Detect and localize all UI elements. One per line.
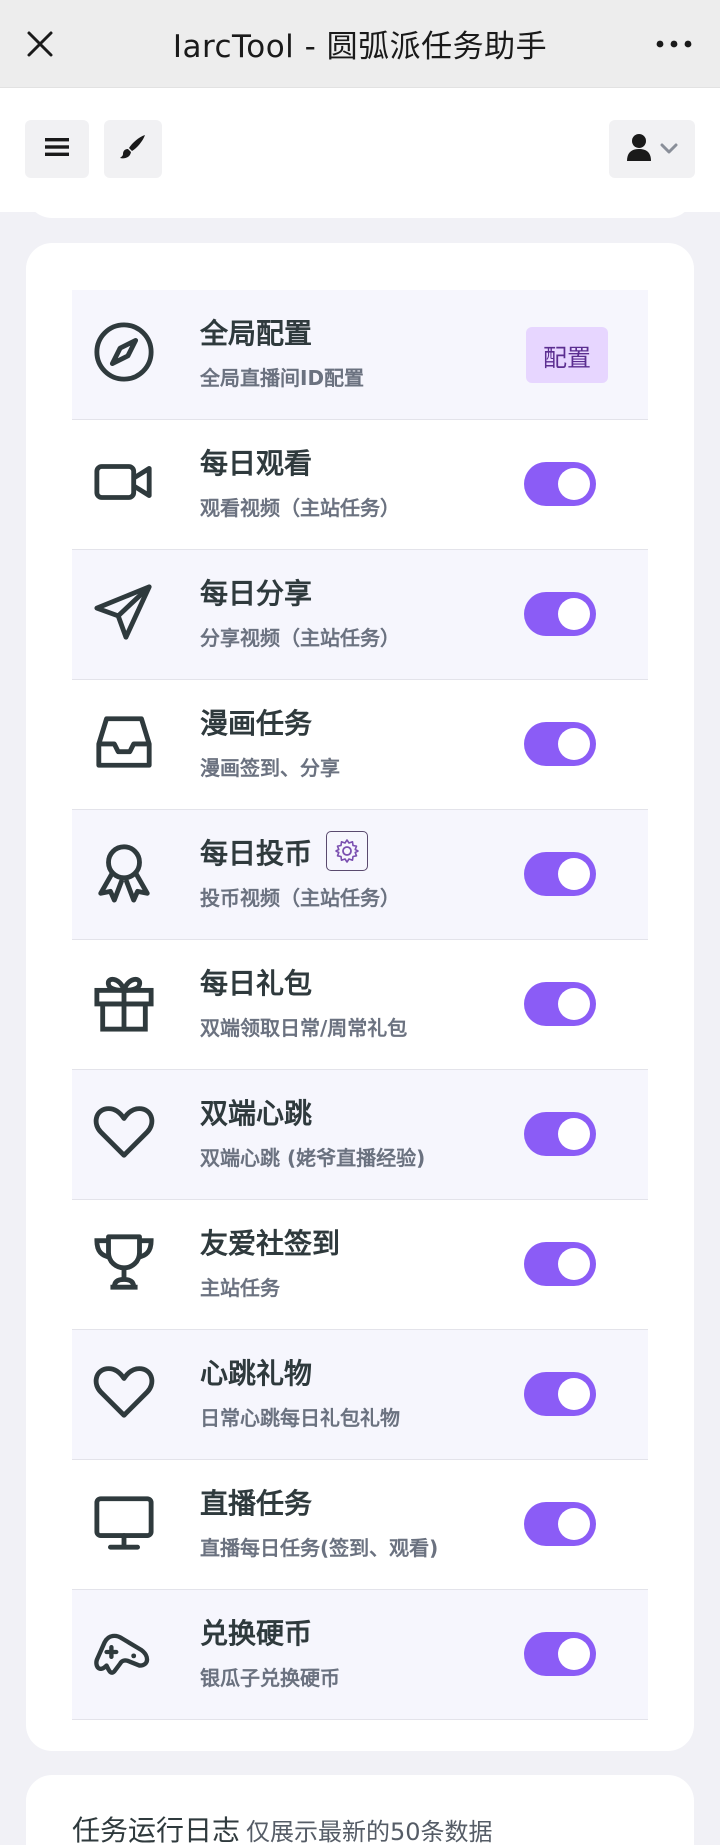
toggle-knob	[558, 1118, 590, 1150]
task-name: 每日礼包	[200, 967, 313, 1000]
close-icon[interactable]	[18, 22, 62, 66]
inbox-icon	[92, 710, 156, 774]
task-row-club-checkin: 友爱社签到 主站任务	[72, 1200, 648, 1330]
task-row-comic: 漫画任务 漫画签到、分享	[72, 680, 648, 810]
task-row-daily-watch: 每日观看 观看视频（主站任务）	[72, 420, 648, 550]
task-description: 银瓜子兑换硬币	[200, 1666, 340, 1690]
heart-icon	[92, 1360, 156, 1424]
task-description: 双端领取日常/周常礼包	[200, 1016, 408, 1040]
task-description: 投币视频（主站任务）	[200, 886, 400, 910]
gear-icon	[335, 839, 359, 863]
task-log-subtitle: 仅展示最新的50条数据	[246, 1818, 493, 1845]
task-row-global-config: 全局配置 全局直播间ID配置 配置	[72, 290, 648, 420]
task-name: 每日观看	[200, 447, 313, 480]
task-name: 双端心跳	[200, 1097, 313, 1130]
coin-settings-button[interactable]	[326, 831, 369, 871]
toggle-knob	[558, 1638, 590, 1670]
paper-plane-icon	[92, 580, 156, 644]
task-toggle[interactable]	[524, 1112, 596, 1156]
task-row-daily-coin: 每日投币 投币视频（主站任务）	[72, 810, 648, 940]
task-name: 兑换硬币	[200, 1617, 313, 1650]
task-list: 全局配置 全局直播间ID配置 配置 每日观看 观看视频（主站任务） 每日分享 分…	[72, 290, 648, 1720]
window-title: IarcTool - 圆弧派任务助手	[172, 29, 548, 65]
toggle-knob	[558, 1248, 590, 1280]
task-log-title: 任务运行日志 仅展示最新的50条数据	[72, 1809, 493, 1845]
task-name: 每日投币	[200, 831, 369, 875]
task-row-daily-share: 每日分享 分享视频（主站任务）	[72, 550, 648, 680]
toggle-knob	[558, 1378, 590, 1410]
heart-icon	[92, 1100, 156, 1164]
toggle-knob	[558, 988, 590, 1020]
task-row-live: 直播任务 直播每日任务(签到、观看)	[72, 1460, 648, 1590]
title-bar: IarcTool - 圆弧派任务助手	[0, 0, 720, 88]
task-toggle[interactable]	[524, 852, 596, 896]
task-description: 分享视频（主站任务）	[200, 626, 400, 650]
award-ribbon-icon	[92, 840, 156, 904]
task-description: 观看视频（主站任务）	[200, 496, 400, 520]
compass-icon	[92, 320, 156, 384]
task-log-title-text: 任务运行日志	[72, 1814, 241, 1845]
task-row-exchange-coin: 兑换硬币 银瓜子兑换硬币	[72, 1590, 648, 1720]
task-name: 漫画任务	[200, 707, 313, 740]
task-name: 心跳礼物	[200, 1357, 313, 1390]
task-row-daily-gift: 每日礼包 双端领取日常/周常礼包	[72, 940, 648, 1070]
task-row-heartbeat-gift: 心跳礼物 日常心跳每日礼包礼物	[72, 1330, 648, 1460]
toggle-knob	[558, 598, 590, 630]
task-toggle[interactable]	[524, 462, 596, 506]
task-toggle[interactable]	[524, 982, 596, 1026]
brush-icon	[119, 133, 147, 165]
task-log-card: 任务运行日志 仅展示最新的50条数据	[26, 1775, 694, 1845]
theme-button[interactable]	[104, 120, 162, 178]
task-name: 全局配置	[200, 317, 313, 350]
toggle-knob	[558, 858, 590, 890]
user-icon	[626, 133, 652, 165]
task-name: 每日分享	[200, 577, 313, 610]
toggle-knob	[558, 468, 590, 500]
task-name-text: 每日投币	[200, 837, 313, 870]
hamburger-menu-icon	[45, 137, 69, 161]
more-icon[interactable]	[646, 22, 702, 66]
task-description: 主站任务	[200, 1276, 280, 1300]
chevron-down-icon	[660, 140, 678, 159]
task-description: 直播每日任务(签到、观看)	[200, 1536, 439, 1560]
task-description: 漫画签到、分享	[200, 756, 340, 780]
menu-button[interactable]	[25, 120, 89, 178]
task-toggle[interactable]	[524, 1632, 596, 1676]
toggle-knob	[558, 728, 590, 760]
task-description: 全局直播间ID配置	[200, 366, 365, 390]
task-toggle[interactable]	[524, 1502, 596, 1546]
task-name: 友爱社签到	[200, 1227, 341, 1260]
task-toggle[interactable]	[524, 592, 596, 636]
task-toggle[interactable]	[524, 1242, 596, 1286]
user-menu-button[interactable]	[609, 120, 695, 178]
previous-card-edge	[26, 190, 694, 218]
gift-icon	[92, 970, 156, 1034]
config-button[interactable]: 配置	[526, 327, 608, 383]
task-name: 直播任务	[200, 1487, 313, 1520]
toggle-knob	[558, 1508, 590, 1540]
task-toggle[interactable]	[524, 1372, 596, 1416]
video-camera-icon	[92, 450, 156, 514]
trophy-icon	[92, 1230, 156, 1294]
task-description: 双端心跳 (姥爷直播经验)	[200, 1146, 426, 1170]
task-description: 日常心跳每日礼包礼物	[200, 1406, 400, 1430]
task-row-dual-heartbeat: 双端心跳 双端心跳 (姥爷直播经验)	[72, 1070, 648, 1200]
monitor-icon	[92, 1490, 156, 1554]
gamepad-icon	[92, 1620, 156, 1684]
task-toggle[interactable]	[524, 722, 596, 766]
tasks-card: 全局配置 全局直播间ID配置 配置 每日观看 观看视频（主站任务） 每日分享 分…	[26, 243, 694, 1751]
